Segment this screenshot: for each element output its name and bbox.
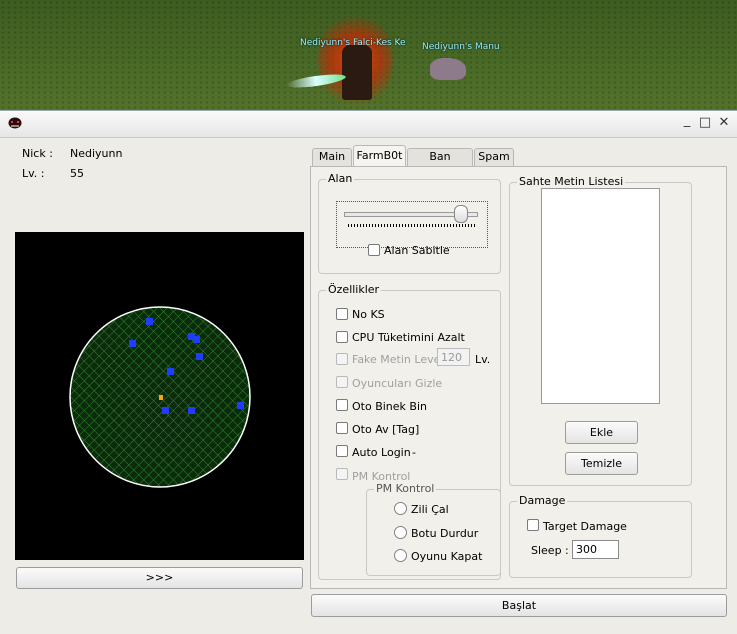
pm-kontrol-title: PM Kontrol xyxy=(374,482,437,495)
oto-binek-label: Oto Binek Bin xyxy=(352,400,427,413)
nick-value: Nediyunn xyxy=(70,147,123,160)
pet-sprite xyxy=(430,58,466,80)
oto-av-label: Oto Av [Tag] xyxy=(352,423,420,436)
oyunculari-gizle-label: Oyuncuları Gizle xyxy=(352,377,443,390)
mob-dot xyxy=(129,340,136,347)
character-sprite xyxy=(342,45,372,100)
fake-metin-unit: Lv. xyxy=(475,353,491,366)
botu-durdur-label: Botu Durdur xyxy=(411,527,479,540)
pm-kontrol-checkbox[interactable] xyxy=(336,468,348,480)
app-icon xyxy=(8,117,22,129)
mob-dot xyxy=(196,353,203,360)
auto-login-label: Auto Login xyxy=(352,446,411,459)
tab-farmbot[interactable]: FarmB0t xyxy=(353,145,406,167)
sleep-label: Sleep : xyxy=(531,544,569,557)
fake-metin-label: Fake Metin Leve xyxy=(352,353,441,366)
level-value: 55 xyxy=(70,167,84,180)
oyunu-kapat-radio[interactable] xyxy=(394,549,407,562)
alan-group: Alan Alan Sabitle xyxy=(318,172,501,274)
start-button[interactable]: Başlat xyxy=(311,594,727,617)
target-damage-checkbox[interactable] xyxy=(527,519,539,531)
damage-title: Damage xyxy=(517,494,568,507)
radar-svg xyxy=(69,306,251,488)
maximize-button[interactable]: □ xyxy=(696,115,714,131)
auto-login-status: - xyxy=(412,446,416,459)
fake-metin-level-input[interactable]: 120 xyxy=(437,348,470,366)
auto-login-checkbox[interactable] xyxy=(336,445,348,457)
damage-group: Damage Target Damage Sleep : 300 xyxy=(509,494,692,578)
mob-dot xyxy=(237,402,244,409)
nick-label: Nick : xyxy=(22,147,53,160)
tab-spam[interactable]: Spam xyxy=(474,148,514,166)
mob-dot xyxy=(167,368,174,375)
pm-kontrol-group: PM Kontrol Zili Çal Botu Durdur Oyunu Ka… xyxy=(366,482,501,576)
ekle-button[interactable]: Ekle xyxy=(565,421,638,444)
target-damage-label: Target Damage xyxy=(543,520,627,533)
fake-metin-checkbox[interactable] xyxy=(336,353,348,365)
alan-sabitle-label: Alan Sabitle xyxy=(384,244,450,257)
alan-title: Alan xyxy=(326,172,355,185)
character-name: Nediyunn's Falci-Kes Ke xyxy=(300,38,406,48)
oyunculari-gizle-checkbox[interactable] xyxy=(336,376,348,388)
level-label: Lv. : xyxy=(22,167,45,180)
close-button[interactable]: ✕ xyxy=(715,115,733,131)
tab-ban-control[interactable]: Ban Control xyxy=(407,148,473,179)
oto-binek-checkbox[interactable] xyxy=(336,399,348,411)
cpu-checkbox[interactable] xyxy=(336,331,348,343)
oto-av-checkbox[interactable] xyxy=(336,422,348,434)
sahte-metin-list[interactable] xyxy=(541,188,660,404)
title-bar[interactable]: _ □ ✕ xyxy=(0,111,737,138)
alan-slider-thumb[interactable] xyxy=(454,205,469,223)
mob-dot xyxy=(193,336,200,343)
sahte-metin-group: Sahte Metin Listesi Ekle Temizle xyxy=(509,175,692,486)
no-ks-checkbox[interactable] xyxy=(336,308,348,320)
mob-dot xyxy=(162,407,169,414)
ozellikler-title: Özellikler xyxy=(326,283,382,296)
oyunu-kapat-label: Oyunu Kapat xyxy=(411,550,483,563)
minimize-button[interactable]: _ xyxy=(678,113,696,129)
radar-map[interactable] xyxy=(15,232,304,560)
tab-main[interactable]: Main xyxy=(312,148,352,166)
pet-name: Nediyunn's Manu xyxy=(422,42,500,52)
alan-sabitle-checkbox[interactable] xyxy=(368,244,380,256)
botu-durdur-radio[interactable] xyxy=(394,526,407,539)
cpu-label: CPU Tüketimini Azalt xyxy=(352,331,465,344)
mob-dot xyxy=(188,407,195,414)
no-ks-label: No KS xyxy=(352,308,385,321)
zili-cal-radio[interactable] xyxy=(394,502,407,515)
zili-cal-label: Zili Çal xyxy=(411,503,449,516)
temizle-button[interactable]: Temizle xyxy=(565,452,638,475)
game-viewport: Nediyunn's Falci-Kes Ke Nediyunn's Manu xyxy=(0,0,737,112)
sleep-input[interactable]: 300 xyxy=(572,540,619,559)
mob-dot xyxy=(146,318,153,325)
sahte-metin-title: Sahte Metin Listesi xyxy=(517,175,626,188)
expand-button[interactable]: >>> xyxy=(16,567,303,589)
bot-window: _ □ ✕ Nick : Nediyunn Lv. : 55 >>> Main … xyxy=(0,110,737,634)
player-dot xyxy=(159,395,163,400)
alan-slider-ticks xyxy=(348,224,475,227)
